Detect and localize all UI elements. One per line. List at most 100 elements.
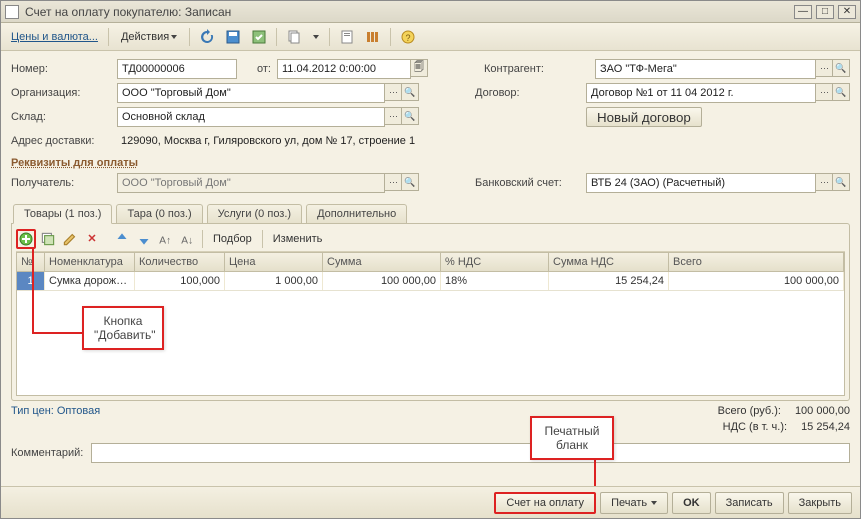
- col-number[interactable]: №: [17, 253, 45, 271]
- close-button[interactable]: Закрыть: [788, 492, 852, 514]
- recipient-label: Получатель:: [11, 177, 111, 189]
- delete-row-icon[interactable]: ✕: [82, 229, 102, 249]
- post-icon[interactable]: [248, 26, 270, 48]
- callout-add: Кнопка "Добавить": [82, 306, 164, 350]
- cell-qty[interactable]: 100,000: [135, 272, 225, 290]
- edit-row-icon[interactable]: [60, 229, 80, 249]
- bank-open-button[interactable]: [832, 173, 850, 191]
- warehouse-open-button[interactable]: [401, 107, 419, 125]
- addr-value: 129090, Москва г, Гиляровского ул, дом №…: [117, 131, 850, 151]
- recipient-input[interactable]: ООО "Торговый Дом": [117, 173, 385, 193]
- cell-sum-nds[interactable]: 15 254,24: [549, 272, 669, 290]
- move-down-icon[interactable]: [134, 229, 154, 249]
- cell-price[interactable]: 1 000,00: [225, 272, 323, 290]
- callout-print: Печатный бланк: [530, 416, 614, 460]
- callout-print-line: [594, 456, 596, 486]
- number-input[interactable]: ТД00000006: [117, 59, 237, 79]
- total-value: 100 000,00: [795, 405, 850, 417]
- contract-input[interactable]: Договор №1 от 11 04 2012 г.: [586, 83, 816, 103]
- number-label: Номер:: [11, 63, 111, 75]
- contragent-input[interactable]: ЗАО "ТФ-Мега": [595, 59, 816, 79]
- recipient-select-button[interactable]: [384, 173, 402, 191]
- window-title: Счет на оплату покупателю: Записан: [25, 5, 788, 19]
- structure-icon[interactable]: [362, 26, 384, 48]
- org-input[interactable]: ООО "Торговый Дом": [117, 83, 385, 103]
- col-sum[interactable]: Сумма: [323, 253, 441, 271]
- close-window-button[interactable]: ✕: [838, 5, 856, 19]
- cell-sum[interactable]: 100 000,00: [323, 272, 441, 290]
- sort-asc-icon[interactable]: A↑: [156, 229, 176, 249]
- warehouse-input[interactable]: Основной склад: [117, 107, 385, 127]
- footer: Счет на оплату Печать OK Записать Закрыт…: [1, 486, 860, 518]
- org-open-button[interactable]: [401, 83, 419, 101]
- col-nds[interactable]: % НДС: [441, 253, 549, 271]
- prices-currency-link[interactable]: Цены и валюта...: [7, 31, 102, 43]
- warehouse-select-button[interactable]: [384, 107, 402, 125]
- bank-label: Банковский счет:: [475, 177, 580, 189]
- basedon-icon[interactable]: [283, 26, 305, 48]
- date-input[interactable]: 11.04.2012 0:00:00: [277, 59, 411, 79]
- refresh-icon[interactable]: [196, 26, 218, 48]
- col-quantity[interactable]: Количество: [135, 253, 225, 271]
- invoice-print-button[interactable]: Счет на оплату: [494, 492, 596, 514]
- col-total[interactable]: Всего: [669, 253, 844, 271]
- titlebar: Счет на оплату покупателю: Записан — □ ✕: [1, 1, 860, 23]
- new-contract-button[interactable]: Новый договор: [586, 107, 702, 127]
- print-dropdown[interactable]: Печать: [600, 492, 668, 514]
- org-select-button[interactable]: [384, 83, 402, 101]
- tab-services[interactable]: Услуги (0 поз.): [207, 204, 302, 224]
- cell-rownum: 1: [17, 272, 45, 290]
- help-icon[interactable]: ?: [397, 26, 419, 48]
- callout-add-line2: [32, 332, 82, 334]
- contragent-label: Контрагент:: [484, 63, 589, 75]
- add-row-button[interactable]: [16, 229, 36, 249]
- contragent-open-button[interactable]: [832, 59, 850, 77]
- comment-label: Комментарий:: [11, 447, 83, 459]
- nds-value: 15 254,24: [801, 421, 850, 433]
- grid-edit-button[interactable]: Изменить: [267, 233, 329, 245]
- date-picker-button[interactable]: 🗐: [410, 59, 428, 77]
- nds-label: НДС (в т. ч.):: [723, 421, 787, 433]
- basedon-dropdown[interactable]: [309, 26, 323, 48]
- actions-dropdown[interactable]: Действия: [115, 26, 183, 48]
- maximize-button[interactable]: □: [816, 5, 834, 19]
- recipient-open-button[interactable]: [401, 173, 419, 191]
- cell-nds[interactable]: 18%: [441, 272, 549, 290]
- bank-select-button[interactable]: [815, 173, 833, 191]
- save-button[interactable]: Записать: [715, 492, 784, 514]
- main-toolbar: Цены и валюта... Действия ?: [1, 23, 860, 51]
- ok-button[interactable]: OK: [672, 492, 711, 514]
- contract-select-button[interactable]: [815, 83, 833, 101]
- table-row[interactable]: 1 Сумка дорожн... 100,000 1 000,00 100 0…: [17, 272, 844, 291]
- comment-input[interactable]: [91, 443, 850, 463]
- org-label: Организация:: [11, 87, 111, 99]
- col-nomenclature[interactable]: Номенклатура: [45, 253, 135, 271]
- move-up-icon[interactable]: [112, 229, 132, 249]
- contract-label: Договор:: [475, 87, 580, 99]
- grid-select-button[interactable]: Подбор: [207, 233, 258, 245]
- bank-input[interactable]: ВТБ 24 (ЗАО) (Расчетный): [586, 173, 816, 193]
- tab-extra[interactable]: Дополнительно: [306, 204, 407, 224]
- svg-text:A↓: A↓: [181, 235, 193, 246]
- warehouse-label: Склад:: [11, 111, 111, 123]
- save-icon[interactable]: [222, 26, 244, 48]
- document-icon: [5, 5, 19, 19]
- col-sum-nds[interactable]: Сумма НДС: [549, 253, 669, 271]
- cell-nomenclature[interactable]: Сумка дорожн...: [45, 272, 135, 290]
- minimize-button[interactable]: —: [794, 5, 812, 19]
- tabs: Товары (1 поз.) Тара (0 поз.) Услуги (0 …: [11, 203, 850, 223]
- tab-goods[interactable]: Товары (1 поз.): [13, 204, 112, 224]
- col-price[interactable]: Цена: [225, 253, 323, 271]
- copy-row-icon[interactable]: [38, 229, 58, 249]
- requisites-header: Реквизиты для оплаты: [11, 157, 850, 169]
- sort-desc-icon[interactable]: A↓: [178, 229, 198, 249]
- cell-total[interactable]: 100 000,00: [669, 272, 844, 290]
- report-icon[interactable]: [336, 26, 358, 48]
- price-type: Тип цен: Оптовая: [11, 405, 100, 417]
- contract-open-button[interactable]: [832, 83, 850, 101]
- addr-label: Адрес доставки:: [11, 135, 111, 147]
- from-label: от:: [249, 63, 271, 75]
- svg-text:?: ?: [406, 33, 411, 43]
- contragent-select-button[interactable]: [815, 59, 833, 77]
- tab-tare[interactable]: Тара (0 поз.): [116, 204, 202, 224]
